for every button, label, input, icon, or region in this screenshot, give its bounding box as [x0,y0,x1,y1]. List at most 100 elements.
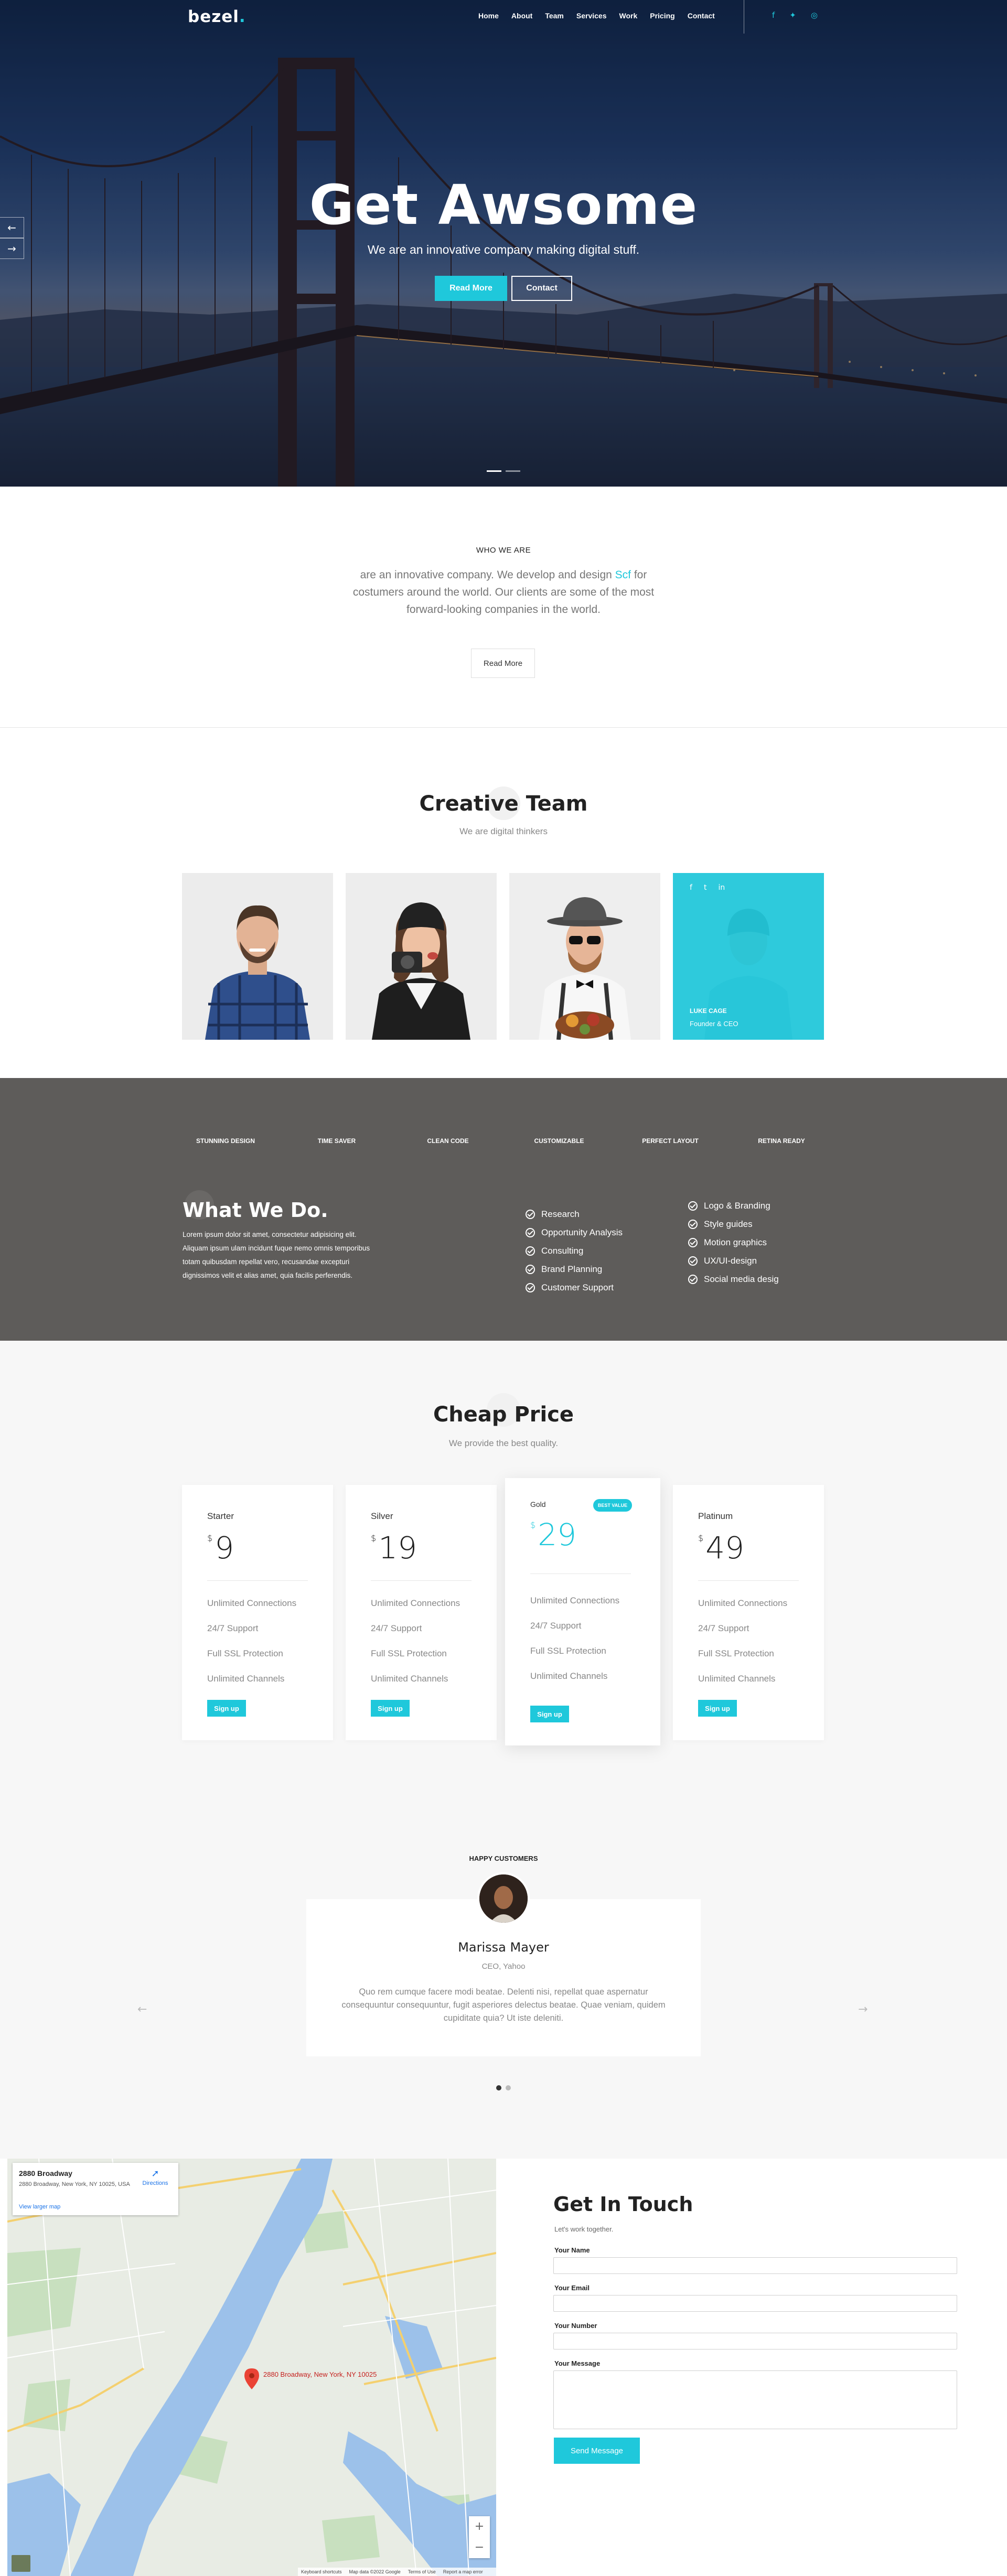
embedded-map[interactable]: 2880 Broadway, New York, NY 10025 2880 B… [7,2159,496,2576]
instagram-icon[interactable]: ◎ [811,10,818,20]
plan-price: $9 [207,1530,234,1566]
contact-subtitle: Let's work together. [554,2225,614,2233]
nav-link-services[interactable]: Services [570,12,613,20]
feature-label: PERFECT LAYOUT [642,1137,699,1145]
plan-feature: Unlimited Channels [207,1674,285,1684]
service-item: Style guides [688,1215,779,1233]
nav-link-pricing[interactable]: Pricing [644,12,681,20]
linkedin-icon[interactable]: in [718,883,725,892]
name-field[interactable] [553,2257,957,2274]
check-circle-icon [688,1201,698,1211]
sign-up-button[interactable]: Sign up [530,1706,569,1722]
who-eyebrow: WHO WE ARE [476,546,531,555]
team-subtitle: We are digital thinkers [459,826,548,836]
testimonial-prev-button[interactable]: ← [137,2003,147,2016]
who-read-more-button[interactable]: Read More [471,649,535,678]
plan-name: Silver [371,1511,393,1521]
map-thumbnail[interactable] [12,2555,30,2572]
plan-price: $19 [371,1530,417,1566]
who-description: are an innovative company. We develop an… [352,569,655,616]
service-item: UX/UI-design [688,1252,779,1270]
testimonial-dot[interactable] [496,2085,501,2090]
plan-feature: 24/7 Support [207,1623,259,1633]
what-we-do-section: STUNNING DESIGN TIME SAVER CLEAN CODE CU… [0,1078,1007,1341]
map-address: 2880 Broadway, New York, NY 10025, USA [19,2181,130,2187]
best-value-badge: BEST VALUE [593,1499,632,1512]
nav-link-work[interactable]: Work [613,12,644,20]
map-zoom-controls: + − [469,2516,490,2558]
feature-label: RETINA READY [758,1137,805,1145]
directions-button[interactable]: ➚ Directions [138,2168,172,2186]
sign-up-button[interactable]: Sign up [371,1700,410,1717]
plan-feature: Full SSL Protection [698,1648,774,1658]
contact-button[interactable]: Contact [511,276,572,301]
plan-features: Unlimited Connections 24/7 Support Full … [530,1596,619,1696]
read-more-button[interactable]: Read More [435,276,507,301]
logo[interactable]: bezel. [188,7,246,26]
send-message-button[interactable]: Send Message [554,2438,640,2464]
message-field[interactable] [553,2370,957,2429]
hero-subtitle: We are an innovative company making digi… [367,243,640,256]
nav-links: Home About Team Services Work Pricing Co… [472,12,721,20]
team-member-card[interactable] [509,873,660,1040]
plan-price: $29 [530,1517,576,1553]
sign-up-button[interactable]: Sign up [207,1700,246,1717]
check-circle-icon [526,1246,535,1256]
name-label: Your Name [554,2246,590,2254]
testimonial-quote: Quo rem cumque facere modi beatae. Delen… [341,1987,666,2023]
pricing-subtitle: We provide the best quality. [448,1438,559,1448]
feature-label: TIME SAVER [317,1137,356,1145]
testimonial-dot[interactable] [506,2085,511,2090]
email-label: Your Email [554,2284,590,2292]
pricing-card-gold: Gold BEST VALUE $29 Unlimited Connection… [505,1478,660,1745]
team-section: Creative Team We are digital thinkers f … [0,728,1007,1078]
twitter-icon[interactable]: ✦ [789,10,796,20]
terms-link[interactable]: Terms of Use [408,2569,436,2574]
zoom-out-button[interactable]: − [469,2537,490,2558]
plan-price: $49 [698,1530,744,1566]
testimonial-next-button[interactable]: → [858,2003,867,2016]
number-label: Your Number [554,2322,597,2330]
service-item: Opportunity Analysis [526,1223,623,1242]
nav-link-home[interactable]: Home [472,12,505,20]
view-larger-map-link[interactable]: View larger map [19,2204,60,2210]
service-item: Research [526,1205,623,1223]
what-we-do-title: What We Do. [183,1199,328,1222]
nav-link-contact[interactable]: Contact [681,12,721,20]
contact-section: 2880 Broadway, New York, NY 10025 2880 B… [0,2159,1007,2576]
avatar-photo [479,1874,528,1923]
nav-link-team[interactable]: Team [539,12,570,20]
facebook-icon[interactable]: f [690,883,692,892]
check-circle-icon [526,1282,535,1292]
team-member-card[interactable] [346,873,497,1040]
team-member-card-active[interactable]: f t in LUKE CAGE Founder & CEO [673,873,824,1040]
number-field[interactable] [553,2333,957,2349]
zoom-in-button[interactable]: + [469,2516,490,2537]
service-item: Social media desig [688,1270,779,1288]
slider-dot[interactable] [487,470,501,472]
pricing-card-silver: Silver $19 Unlimited Connections 24/7 Su… [346,1485,497,1740]
service-item: Motion graphics [688,1233,779,1252]
plan-features: Unlimited Connections 24/7 Support Full … [207,1598,296,1699]
hero-title: Get Awsome [309,173,698,237]
keyboard-shortcuts-link[interactable]: Keyboard shortcuts [301,2569,342,2574]
twitter-icon[interactable]: t [704,883,707,892]
plan-feature: Unlimited Channels [698,1674,776,1684]
avatar [477,1872,530,1925]
divider [698,1580,799,1581]
nav-link-about[interactable]: About [505,12,539,20]
facebook-icon[interactable]: f [772,10,775,20]
team-member-card[interactable] [182,873,333,1040]
what-we-do-text: Lorem ipsum dolor sit amet, consectetur … [183,1231,370,1279]
testimonial-name: Marissa Mayer [458,1940,549,1955]
testimonial-eyebrow: HAPPY CUSTOMERS [469,1855,538,1862]
check-circle-icon [688,1237,698,1247]
sign-up-button[interactable]: Sign up [698,1700,737,1717]
team-member-photo [509,873,660,1040]
slider-dot[interactable] [506,470,520,472]
email-field[interactable] [553,2295,957,2312]
top-navigation: bezel. Home About Team Services Work Pri… [0,0,1007,34]
service-item: Customer Support [526,1278,623,1297]
report-error-link[interactable]: Report a map error [443,2569,483,2574]
plan-feature: Unlimited Connections [371,1598,460,1608]
